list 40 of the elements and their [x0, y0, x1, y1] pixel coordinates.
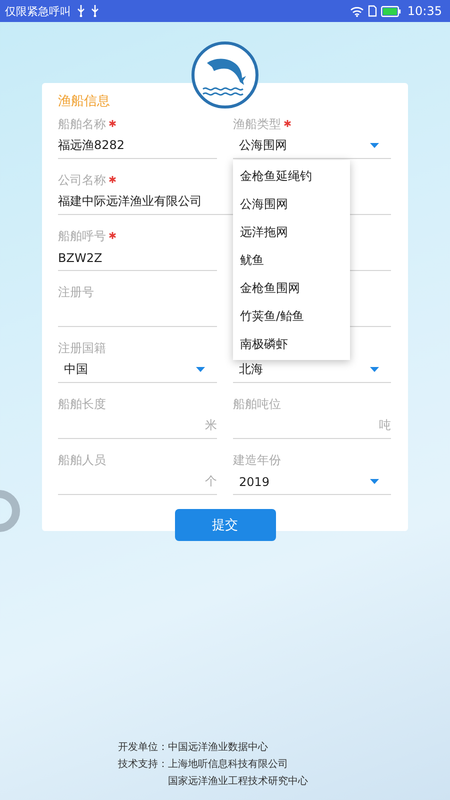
footer-text: 上海地听信息科技有限公司	[168, 758, 289, 772]
footer-text: 中国远洋渔业数据中心	[168, 740, 268, 755]
footer-label: 技术支持：	[118, 758, 168, 772]
field-label: 公司名称	[58, 172, 106, 189]
clock-text: 10:35	[407, 4, 442, 18]
usb-icon	[91, 5, 99, 17]
footer-label: 开发单位：	[118, 740, 168, 755]
usb-icon	[77, 5, 85, 17]
menu-item[interactable]: 公海围网	[233, 190, 350, 218]
menu-item[interactable]: 竹荚鱼/鲐鱼	[233, 302, 350, 330]
caret-icon	[370, 143, 379, 148]
text-field[interactable]: BZW2Z	[58, 245, 217, 271]
dropdown-field[interactable]: 2019	[233, 469, 391, 495]
footer-text: 国家远洋渔业工程技术研究中心	[168, 774, 308, 789]
menu-item[interactable]: 南极磷虾	[233, 330, 350, 358]
field-label: 船舶呼号	[58, 228, 106, 245]
carrier-text: 仅限紧急呼叫	[5, 4, 71, 18]
text-field[interactable]: 福远渔8282	[58, 133, 217, 159]
dropdown-field[interactable]: 中国	[58, 357, 217, 383]
menu-item[interactable]: 金枪鱼延绳钓	[233, 162, 350, 190]
menu-item[interactable]: 鱿鱼	[233, 246, 350, 274]
caret-icon	[196, 367, 205, 372]
field-label: 船舶长度	[58, 396, 106, 413]
sim-card-icon	[368, 5, 378, 17]
submit-button[interactable]: 提交	[174, 509, 276, 541]
section-title: 渔船信息	[58, 93, 111, 111]
field-label: 船舶名称	[58, 116, 106, 133]
dropdown-field[interactable]: 公海围网	[233, 133, 391, 159]
field-label: 船舶人员	[58, 452, 106, 469]
caret-icon	[370, 367, 379, 372]
menu-item[interactable]: 远洋拖网	[233, 218, 350, 246]
field-label: 船舶吨位	[233, 396, 281, 413]
caret-icon	[370, 479, 379, 484]
wifi-icon	[350, 6, 364, 16]
field-label: 注册国籍	[58, 340, 106, 357]
battery-icon	[381, 6, 402, 16]
menu-item[interactable]: 金枪鱼围网	[233, 274, 350, 302]
field-label: 注册号	[58, 284, 94, 301]
field-label: 建造年份	[233, 452, 281, 469]
field-label: 渔船类型	[233, 116, 281, 133]
